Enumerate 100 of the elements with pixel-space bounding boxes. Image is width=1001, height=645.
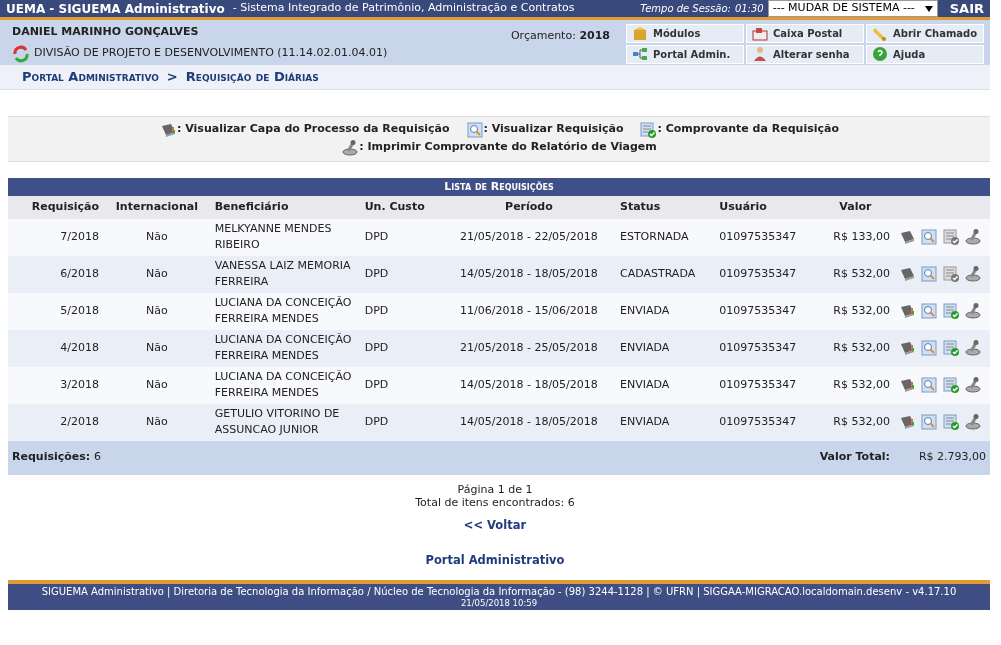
document-check-icon[interactable] <box>942 302 960 320</box>
shortcut-link[interactable]: Ajuda <box>866 44 984 64</box>
table-cell: 7/2018 <box>8 218 103 256</box>
magnifier-icon <box>465 120 484 139</box>
shortcut-link[interactable]: Portal Admin. <box>626 44 744 64</box>
breadcrumb-separator: > <box>166 68 178 86</box>
box-icon <box>631 24 649 43</box>
stamp-icon[interactable] <box>964 302 982 320</box>
user-name: DANIEL MARINHO GONÇALVES <box>12 24 200 40</box>
book-icon[interactable] <box>898 413 916 431</box>
table-cell: VANESSA LAIZ MEMORIA FERREIRA <box>210 255 361 293</box>
table-caption: Lista de Requisições <box>8 177 990 196</box>
shortcut-link[interactable]: Abrir Chamado <box>866 24 984 43</box>
table-cell: 01097535347 <box>715 292 817 330</box>
table-cell: DPD <box>360 329 442 367</box>
table-cell: 2/2018 <box>8 403 103 441</box>
session-time: 01:30 <box>734 2 764 16</box>
document-check-icon[interactable] <box>942 228 960 246</box>
document-check-icon[interactable] <box>942 265 960 283</box>
stamp-icon[interactable] <box>964 228 982 246</box>
table-cell: 14/05/2018 - 18/05/2018 <box>441 255 616 293</box>
legend-label: : Visualizar Requisição <box>483 121 624 138</box>
breadcrumb-item: Requisição de Diárias <box>185 68 319 86</box>
page-info: Página 1 de 1 <box>456 482 534 496</box>
table-cell: ENVIADA <box>615 366 716 404</box>
app-title: UEMA - SIGUEMA Administrativo <box>6 0 225 17</box>
budget-label: Orçamento: <box>510 29 577 42</box>
table-cell: ENVIADA <box>615 292 716 330</box>
table-cell: R$ 133,00 <box>816 218 894 256</box>
table-cell: ENVIADA <box>615 329 716 367</box>
document-check-icon <box>639 120 658 139</box>
table-cell: DPD <box>360 366 442 404</box>
document-check-icon[interactable] <box>942 339 960 357</box>
table-cell: R$ 532,00 <box>816 255 894 293</box>
magnifier-icon[interactable] <box>920 413 938 431</box>
table-cell: R$ 532,00 <box>816 403 894 441</box>
table-cell: 5/2018 <box>8 292 103 330</box>
legend-label: : Visualizar Capa do Processo da Requisição <box>177 121 450 138</box>
table-cell: Não <box>103 255 211 293</box>
session-label: Tempo de Sessão: <box>640 2 731 16</box>
table-cell: Não <box>103 218 211 256</box>
table-cell: LUCIANA DA CONCEIÇÃO FERREIRA MENDES <box>210 292 361 330</box>
column-header: Período <box>441 196 616 219</box>
refresh-icon <box>12 44 30 63</box>
system-select[interactable]: --- MUDAR DE SISTEMA --- <box>767 0 938 17</box>
column-header: Beneficiário <box>210 196 361 219</box>
document-check-icon[interactable] <box>942 376 960 394</box>
table-cell: 01097535347 <box>715 218 817 256</box>
column-header: Usuário <box>715 196 817 219</box>
stamp-icon[interactable] <box>964 339 982 357</box>
book-icon[interactable] <box>898 376 916 394</box>
table-cell: CADASTRADA <box>615 255 716 293</box>
stamp-icon[interactable] <box>964 413 982 431</box>
magnifier-icon[interactable] <box>920 302 938 320</box>
portal-link[interactable]: Portal Administrativo <box>425 553 565 568</box>
table-cell: Não <box>103 292 211 330</box>
table-cell: 14/05/2018 - 18/05/2018 <box>441 403 616 441</box>
logout-link[interactable]: SAIR <box>949 0 984 17</box>
table-cell: ENVIADA <box>615 403 716 441</box>
table-cell: 21/05/2018 - 22/05/2018 <box>441 218 616 256</box>
table-cell: Não <box>103 403 211 441</box>
book-icon[interactable] <box>898 228 916 246</box>
table-cell: DPD <box>360 403 442 441</box>
magnifier-icon[interactable] <box>920 265 938 283</box>
table-cell: LUCIANA DA CONCEIÇÃO FERREIRA MENDES <box>210 366 361 404</box>
table-cell: 14/05/2018 - 18/05/2018 <box>441 366 616 404</box>
total-label: Valor Total: <box>819 450 890 464</box>
back-link[interactable]: << Voltar <box>463 517 527 532</box>
stamp-icon[interactable] <box>964 265 982 283</box>
book-icon[interactable] <box>898 339 916 357</box>
app-subtitle: - Sistema Integrado de Patrimônio, Administração e Contratos <box>232 0 575 17</box>
book-icon[interactable] <box>898 302 916 320</box>
legend-label: : Imprimir Comprovante do Relatório de Viagem <box>359 139 657 156</box>
count-label: Requisições: <box>12 450 92 464</box>
table-cell: Não <box>103 366 211 404</box>
table-cell: 01097535347 <box>715 366 817 404</box>
table-cell: Não <box>103 329 211 367</box>
table-cell: 11/06/2018 - 15/06/2018 <box>441 292 616 330</box>
shortcut-link[interactable]: Módulos <box>626 24 744 43</box>
table-cell: MELKYANNE MENDES RIBEIRO <box>210 218 361 256</box>
table-cell: LUCIANA DA CONCEIÇÃO FERREIRA MENDES <box>210 329 361 367</box>
table-cell: DPD <box>360 292 442 330</box>
magnifier-icon[interactable] <box>920 376 938 394</box>
shortcut-link[interactable]: Alterar senha <box>746 44 864 64</box>
magnifier-icon[interactable] <box>920 339 938 357</box>
magnifier-icon[interactable] <box>920 228 938 246</box>
legend-label: : Comprovante da Requisição <box>657 121 839 138</box>
table-cell: 01097535347 <box>715 329 817 367</box>
table-cell: DPD <box>360 255 442 293</box>
footer-text: SIGUEMA Administrativo | Diretoria de Tecnologia da Informação / Núcleo de Tecnologia da Informação - (98) 3244-1128 | © UFRN | SIGGAA-MIGRACAO.localdomain.desenv - v4.17.10 <box>40 585 958 598</box>
column-header: Requisição <box>8 196 103 219</box>
stamp-icon[interactable] <box>964 376 982 394</box>
person-icon <box>751 45 769 63</box>
table-cell: 01097535347 <box>715 403 817 441</box>
breadcrumb-item[interactable]: Portal Administrativo <box>22 67 159 87</box>
document-check-icon[interactable] <box>942 413 960 431</box>
book-icon[interactable] <box>898 265 916 283</box>
table-cell: 01097535347 <box>715 255 817 293</box>
total-value: R$ 2.793,00 <box>894 440 990 475</box>
shortcut-link[interactable]: Caixa Postal <box>746 24 864 43</box>
